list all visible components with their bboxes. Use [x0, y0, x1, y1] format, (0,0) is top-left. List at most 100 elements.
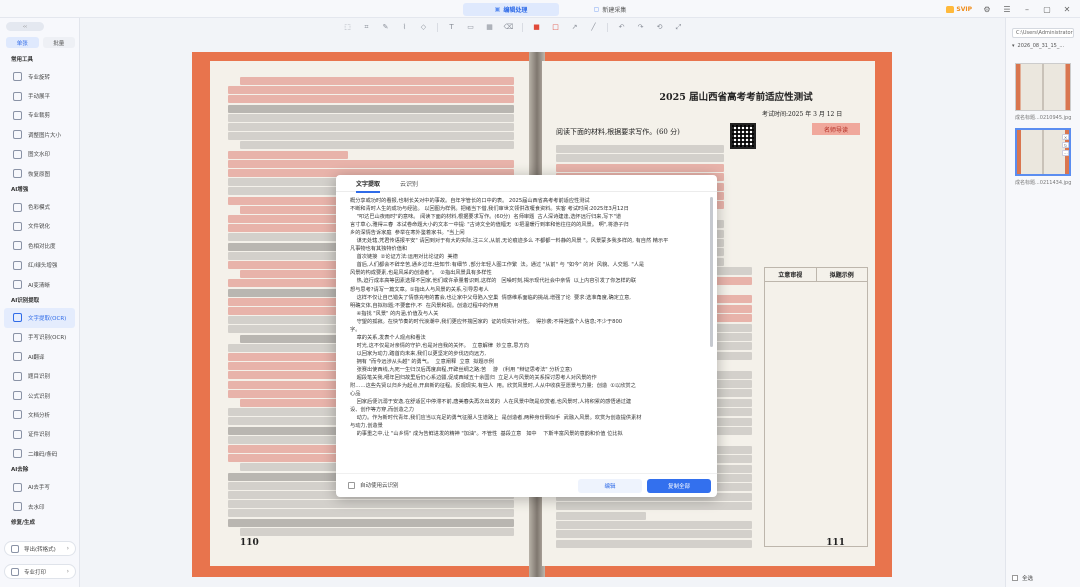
top-right-controls: SVIP ⚙ ☰ – ▢ ✕ — [946, 3, 1072, 16]
resize-icon — [13, 130, 22, 140]
flatten-icon — [13, 91, 22, 101]
sidebar-item-id-card[interactable]: 证件识别 — [4, 425, 75, 444]
page-text-line — [228, 104, 514, 113]
sidebar-item-red-green[interactable]: 红/绿头增强 — [4, 256, 75, 275]
rotate-icon[interactable]: ↻ — [1062, 142, 1069, 148]
sidebar-item-restore[interactable]: 恢复原图 — [4, 164, 75, 183]
sidebar-item-color-mode[interactable]: 色彩模式 — [4, 197, 75, 216]
thumbnail-label: 成名标题...0210945.jpg — [1015, 115, 1072, 121]
thumbnail-controls: ✕ ↻ ⋯ — [1062, 134, 1070, 156]
sidebar-item-qrcode[interactable]: 二维码/条码 — [4, 444, 75, 463]
page-text-line — [228, 132, 514, 141]
close-icon[interactable]: ✕ — [1062, 5, 1072, 15]
left-page-number: 110 — [240, 538, 259, 548]
print-button[interactable]: 专业打印 › — [4, 564, 76, 579]
dialog-scrollbar[interactable] — [710, 197, 713, 347]
path-input[interactable]: C:\Users\Administrator — [1012, 28, 1074, 38]
clarity-icon — [13, 280, 22, 290]
page-text-line — [228, 481, 348, 490]
sidebar-item-remove-watermark[interactable]: 去水印 — [4, 497, 75, 516]
sidebar-item-crop[interactable]: 专业裁剪 — [4, 106, 75, 125]
svip-badge[interactable]: SVIP — [946, 6, 972, 13]
export-button[interactable]: 导出(转格式) › — [4, 541, 76, 556]
crop-icon[interactable]: ⌗ — [361, 22, 372, 33]
select-all-checkbox[interactable] — [1012, 575, 1018, 581]
settings-icon[interactable]: ⚙ — [982, 5, 992, 15]
idea-table-header: 立意审视 拟题示例 — [765, 268, 867, 282]
mode-batch-button[interactable]: 批量 — [42, 37, 75, 48]
folder-selector[interactable]: ▾ 2026_08_31_15_... — [1012, 41, 1074, 50]
sidebar-item-flatten[interactable]: 手动展平 — [4, 86, 75, 105]
circle-icon[interactable]: □ — [550, 22, 561, 33]
page-text-line — [228, 518, 514, 527]
capture-icon: ▢ — [593, 6, 600, 13]
tab-text-extract[interactable]: 文字提取 — [346, 175, 390, 193]
thumbnail-1[interactable] — [1015, 63, 1071, 111]
copy-all-button[interactable]: 复制全部 — [647, 479, 711, 493]
toolbar-divider — [437, 22, 438, 32]
sidebar-item-doc-analysis[interactable]: 文档分析 — [4, 405, 75, 424]
sidebar-item-handwriting-ocr[interactable]: 手写识别(OCR) — [4, 328, 75, 347]
delete-icon[interactable]: ✕ — [1062, 134, 1069, 140]
exam-date: 考试时间:2025 年 3 月 12 日 — [762, 111, 843, 118]
sidebar-item-contrast[interactable]: 色相对比度 — [4, 236, 75, 255]
collapse-toggle[interactable]: ‹‹ — [6, 22, 44, 31]
undo-icon[interactable]: ↶ — [616, 22, 627, 33]
fit-icon[interactable]: ⤢ — [673, 22, 684, 33]
image-icon[interactable]: ▭ — [465, 22, 476, 33]
page-text-line — [556, 530, 752, 539]
menu-icon[interactable]: ☰ — [1002, 5, 1012, 15]
mode-single-button[interactable]: 单张 — [6, 37, 39, 48]
edit-icon: ▣ — [494, 6, 501, 13]
handwriting-icon — [13, 332, 22, 342]
crop-icon — [13, 110, 22, 120]
sidebar-item-rotate[interactable]: 专业旋转 — [4, 67, 75, 86]
sidebar-item-watermark[interactable]: 图文水印 — [4, 145, 75, 164]
tab-edit-process[interactable]: ▣ 编辑处理 — [463, 3, 559, 16]
sidebar-item-question[interactable]: 题目识别 — [4, 366, 75, 385]
sidebar-item-resize[interactable]: 调整图片大小 — [4, 125, 75, 144]
mosaic-icon[interactable]: ▦ — [484, 22, 495, 33]
ocr-icon — [13, 313, 22, 323]
page-text-line — [228, 113, 514, 122]
sidebar-item-sharpen[interactable]: 文件锐化 — [4, 217, 75, 236]
sidebar-item-remove-handwriting[interactable]: AI去手写 — [4, 477, 75, 496]
select-all[interactable]: 全选 — [1012, 574, 1033, 582]
rect-icon[interactable]: ■ — [531, 22, 542, 33]
eraser-icon[interactable]: ⌫ — [503, 22, 514, 33]
reset-icon[interactable]: ⟲ — [654, 22, 665, 33]
stamp-icon — [13, 260, 22, 270]
sidebar-item-ai-clarity[interactable]: AI变清晰 — [4, 275, 75, 294]
group-title-repair: 修复/生成 — [11, 520, 36, 527]
shape-icon[interactable]: ◇ — [418, 22, 429, 33]
brush-icon[interactable]: ⌇ — [399, 22, 410, 33]
right-page-number: 111 — [826, 538, 845, 548]
tab-new-capture[interactable]: ▢ 新建采集 — [562, 3, 658, 16]
redo-icon[interactable]: ↷ — [635, 22, 646, 33]
more-icon[interactable]: ⋯ — [1062, 150, 1069, 156]
maximize-icon[interactable]: ▢ — [1042, 5, 1052, 15]
page-text-line — [556, 521, 752, 529]
tab-cloud-recognize[interactable]: 云识别 — [390, 175, 428, 192]
line-icon[interactable]: ╱ — [588, 22, 599, 33]
minimize-icon[interactable]: – — [1022, 5, 1032, 15]
formula-icon — [13, 391, 22, 401]
sidebar-item-translate[interactable]: AI翻译 — [4, 347, 75, 366]
sidebar-item-formula[interactable]: 公式识别 — [4, 386, 75, 405]
contrast-icon — [13, 241, 22, 251]
page-text-line — [228, 316, 348, 325]
table-header-cell: 立意审视 — [765, 268, 817, 281]
edit-button[interactable]: 编辑 — [578, 479, 642, 493]
ocr-text-area[interactable]: 概分享或功时的看报,也制长关对中的事故。自年字管长的口中的表。 2025届山西省… — [350, 197, 708, 470]
document-icon — [13, 410, 22, 420]
pen-icon[interactable]: ✎ — [380, 22, 391, 33]
qrcode-image — [730, 123, 756, 149]
page-text-line — [556, 511, 646, 520]
text-icon[interactable]: T — [446, 22, 457, 33]
auto-cloud-checkbox[interactable] — [348, 482, 355, 489]
chevron-right-icon: › — [66, 545, 69, 552]
select-icon[interactable]: ⬚ — [342, 22, 353, 33]
arrow-icon[interactable]: ↗ — [569, 22, 580, 33]
group-title-ai-recognize: AI识别提取 — [11, 298, 40, 305]
sidebar-item-ocr[interactable]: 文字提取(OCR) — [4, 308, 75, 328]
